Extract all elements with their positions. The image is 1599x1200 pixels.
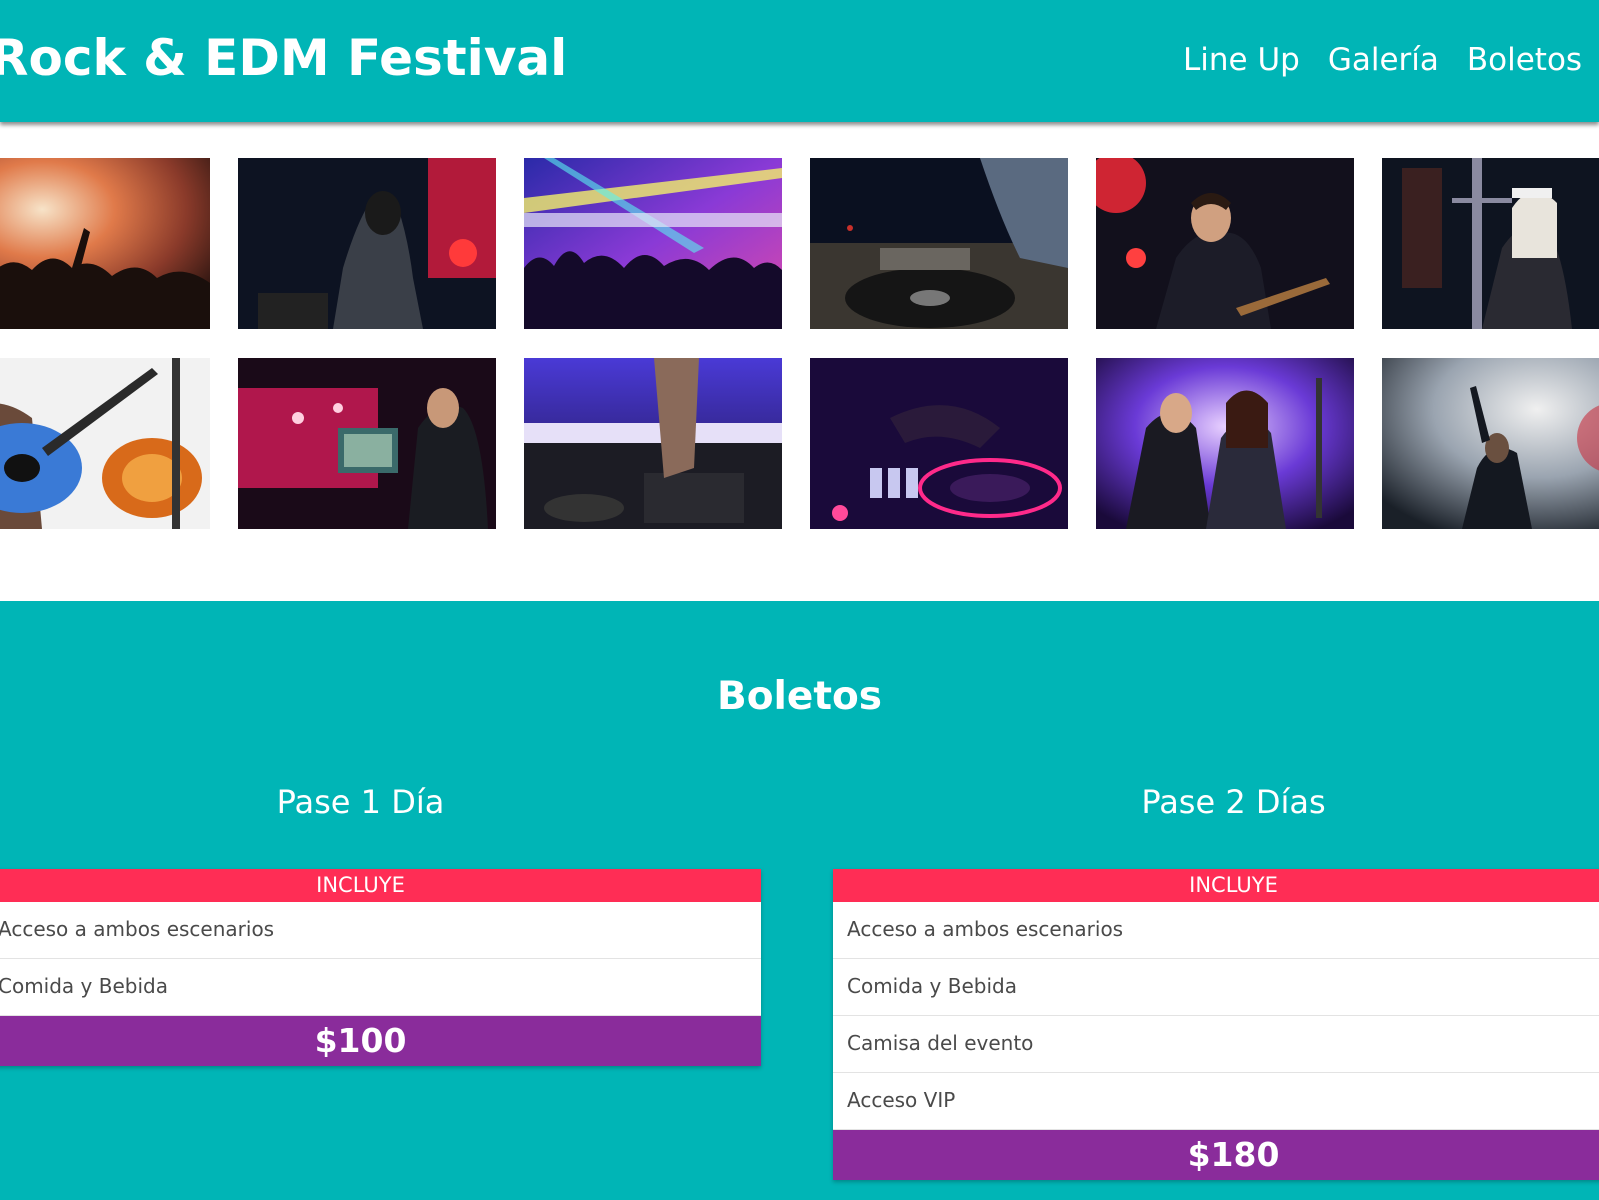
main-nav: Line Up Galería Boletos xyxy=(1183,38,1582,82)
site-header: Rock & EDM Festival Line Up Galería Bole… xyxy=(0,0,1599,122)
rock-singer-photo[interactable] xyxy=(238,158,496,329)
feature-item: Acceso a ambos escenarios xyxy=(833,902,1599,959)
pass-name: Pase 2 Días xyxy=(1141,783,1326,821)
pass-card: INCLUYE Acceso a ambos escenarios Comida… xyxy=(0,869,761,1066)
price-button[interactable]: $180 xyxy=(833,1130,1599,1180)
female-guitarist-photo[interactable] xyxy=(1382,158,1599,329)
dj-laptop-photo[interactable] xyxy=(238,358,496,529)
photo-gallery xyxy=(0,158,1599,530)
feature-item: Comida y Bebida xyxy=(833,959,1599,1016)
guitar-players-photo[interactable] xyxy=(0,358,210,529)
tickets-title: Boletos xyxy=(717,674,882,719)
nav-galeria[interactable]: Galería xyxy=(1328,38,1439,82)
pass-2-dias: Pase 2 Días INCLUYE Acceso a ambos escen… xyxy=(833,781,1599,1180)
feature-item: Comida y Bebida xyxy=(0,959,761,1016)
concert-crowd-photo[interactable] xyxy=(0,158,210,329)
feature-item: Camisa del evento xyxy=(833,1016,1599,1073)
includes-header: INCLUYE xyxy=(833,869,1599,902)
includes-header: INCLUYE xyxy=(0,869,761,902)
nav-boletos[interactable]: Boletos xyxy=(1467,38,1582,82)
price-button[interactable]: $100 xyxy=(0,1016,761,1066)
pass-1-dia: Pase 1 Día INCLUYE Acceso a ambos escena… xyxy=(0,781,761,1066)
pass-name: Pase 1 Día xyxy=(276,783,445,821)
feature-item: Acceso a ambos escenarios xyxy=(0,902,761,959)
site-title: Rock & EDM Festival xyxy=(0,29,568,87)
rock-duo-photo[interactable] xyxy=(1096,358,1354,529)
singer-smoke-photo[interactable] xyxy=(1382,358,1599,529)
nav-lineup[interactable]: Line Up xyxy=(1183,38,1300,82)
dj-hand-neon-photo[interactable] xyxy=(810,358,1068,529)
pass-card: INCLUYE Acceso a ambos escenarios Comida… xyxy=(833,869,1599,1180)
guitarist-red-light-photo[interactable] xyxy=(1096,158,1354,329)
feature-item: Acceso VIP xyxy=(833,1073,1599,1130)
edm-crowd-lights-photo[interactable] xyxy=(524,158,782,329)
dj-turntable-photo[interactable] xyxy=(810,158,1068,329)
tickets-section: Boletos Pase 1 Día INCLUYE Acceso a ambo… xyxy=(0,601,1599,1200)
dj-mixer-photo[interactable] xyxy=(524,358,782,529)
